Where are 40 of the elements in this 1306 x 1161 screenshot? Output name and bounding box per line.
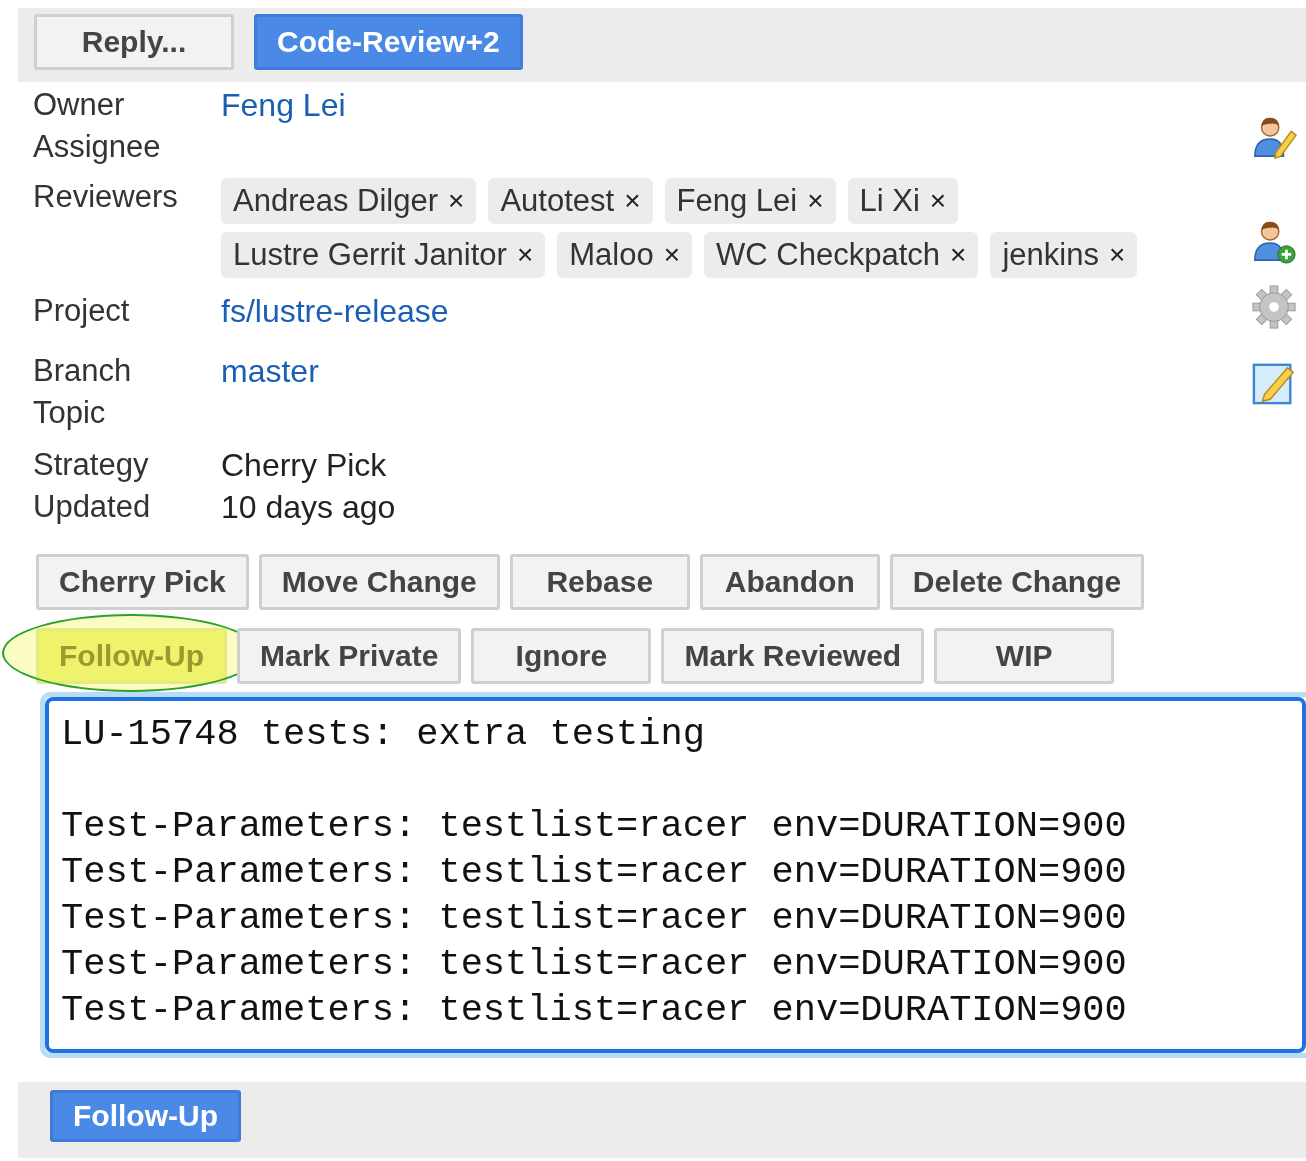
action-button[interactable]: Move Change bbox=[258, 554, 500, 610]
field-label: Topic bbox=[33, 394, 107, 432]
reviewer-name: Maloo bbox=[569, 236, 654, 274]
action-button[interactable]: Mark Private bbox=[236, 628, 462, 684]
field-label: Reviewers bbox=[33, 178, 179, 216]
action-button[interactable]: Ignore bbox=[471, 628, 652, 684]
field-label: Owner bbox=[33, 86, 126, 124]
reviewer-name: WC Checkpatch bbox=[716, 236, 941, 274]
reviewer-name: Andreas Dilger bbox=[233, 182, 439, 220]
field-link[interactable]: Feng Lei bbox=[221, 84, 1242, 126]
remove-reviewer-button[interactable]: × bbox=[807, 179, 824, 223]
remove-reviewer-button[interactable]: × bbox=[950, 233, 967, 277]
reply-button[interactable]: Reply... bbox=[34, 14, 234, 70]
reviewer-name: jenkins bbox=[1002, 236, 1099, 274]
remove-reviewer-button[interactable]: × bbox=[624, 179, 641, 223]
remove-reviewer-button[interactable]: × bbox=[1108, 233, 1126, 277]
action-button[interactable]: Abandon bbox=[699, 554, 880, 610]
action-button[interactable]: Delete Change bbox=[889, 554, 1145, 610]
field-value: Cherry Pick bbox=[221, 446, 388, 485]
field-label: Branch bbox=[33, 352, 133, 390]
commit-message-field[interactable]: LU-15748 tests: extra testing Test-Parameters: testlist=racer env=DURATION=900 Test-Parameters: testlist=racer env=DURATION=900 Test-Parameters: testlist=racer env=DURATION=900 Test-Parameters: testlist=racer env=DURATION=900 Test-Parameters: testlist=racer env=DURATION=900 bbox=[45, 697, 1306, 1053]
field-label: Assignee bbox=[33, 128, 162, 166]
action-button[interactable]: Mark Reviewed bbox=[661, 628, 925, 684]
remove-reviewer-button[interactable]: × bbox=[929, 179, 947, 223]
field-label: Updated bbox=[33, 488, 152, 526]
field-link[interactable]: fs/lustre-release bbox=[221, 290, 1242, 332]
reviewer-name: Feng Lei bbox=[676, 182, 798, 220]
remove-reviewer-button[interactable]: × bbox=[663, 233, 681, 277]
field-value: 10 days ago bbox=[221, 488, 397, 527]
reviewer-name: Lustre Gerrit Janitor bbox=[233, 236, 507, 274]
field-label: Project bbox=[33, 292, 131, 330]
action-button[interactable]: Rebase bbox=[509, 554, 690, 610]
remove-reviewer-button[interactable]: × bbox=[448, 179, 465, 223]
remove-reviewer-button[interactable]: × bbox=[516, 233, 534, 277]
action-button[interactable]: Cherry Pick bbox=[36, 554, 249, 610]
reviewer-name: Autotest bbox=[500, 182, 615, 220]
reviewer-name: Li Xi bbox=[859, 182, 920, 220]
field-link[interactable]: master bbox=[221, 350, 1242, 392]
action-button[interactable]: WIP bbox=[934, 628, 1115, 684]
field-label: Strategy bbox=[33, 446, 150, 484]
